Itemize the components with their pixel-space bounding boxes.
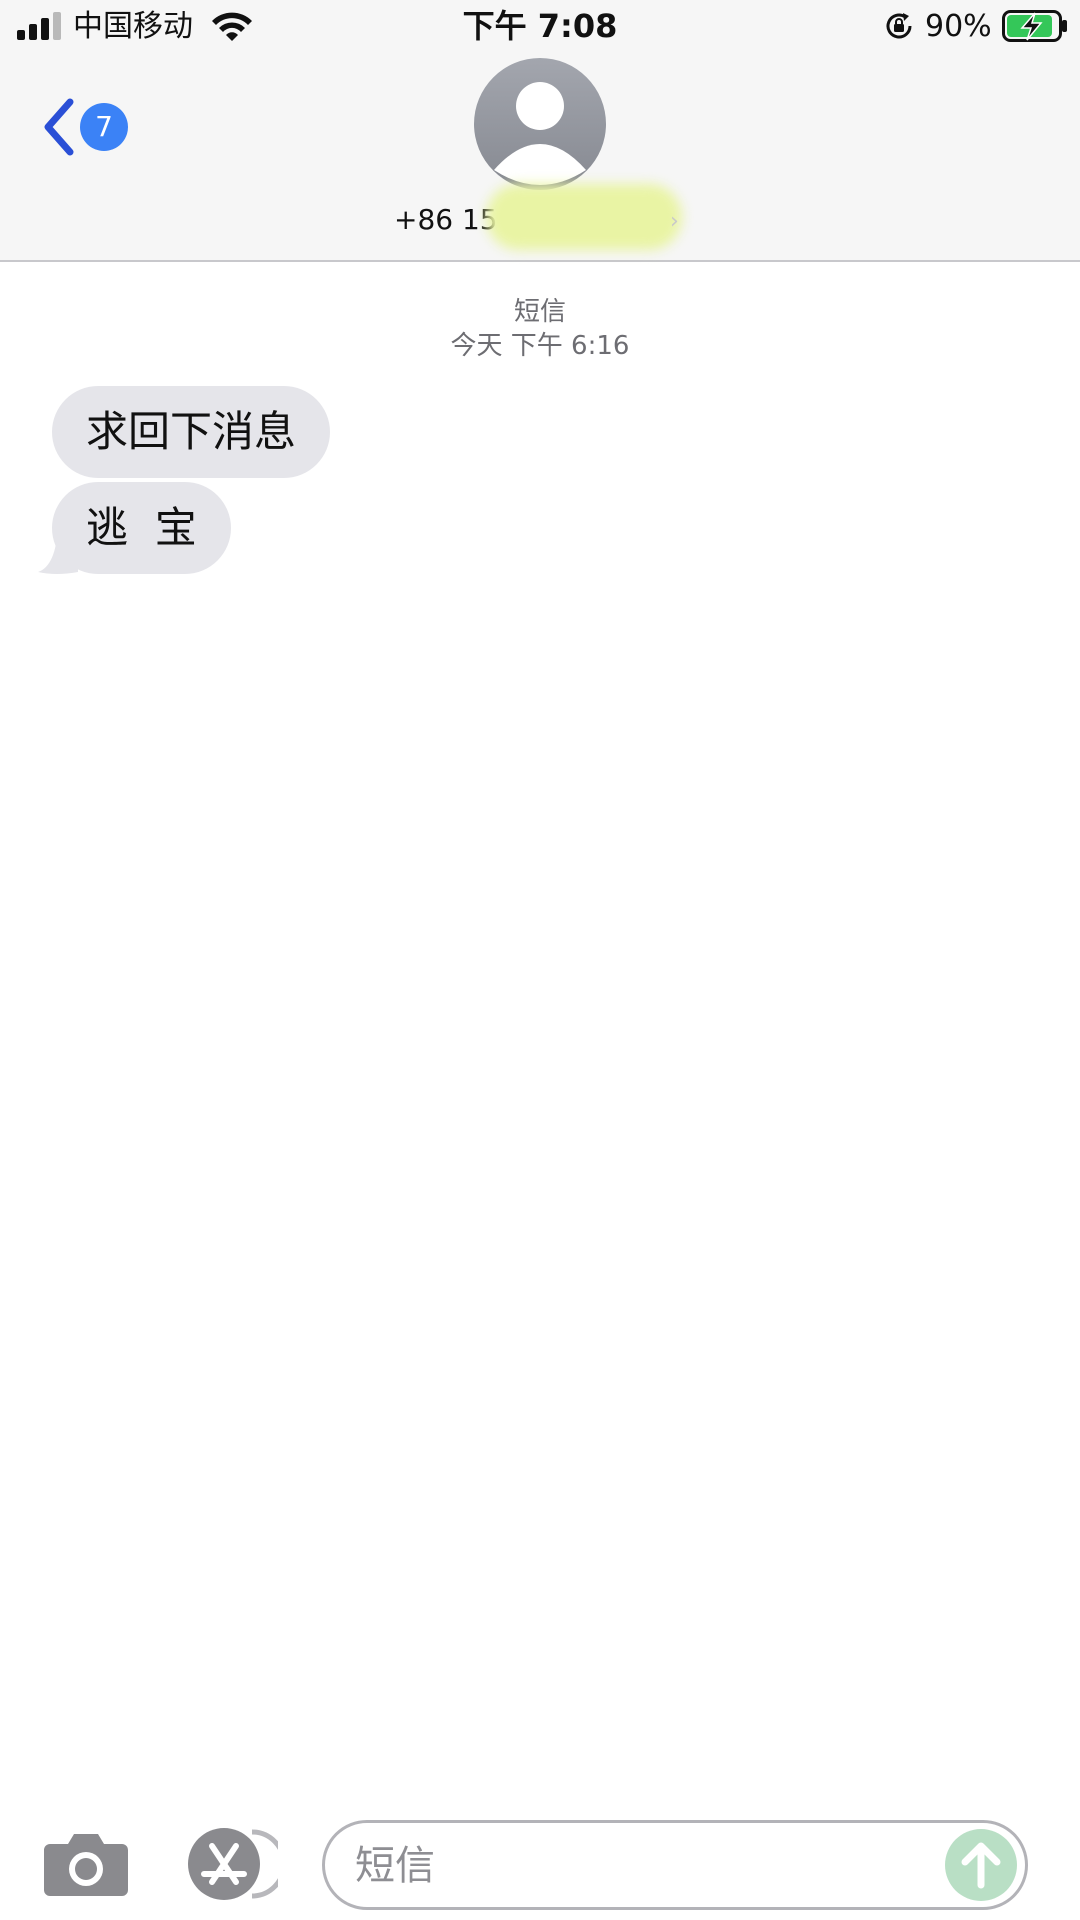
status-bar: 中国移动 下午 7:08 90% — [0, 0, 1080, 56]
send-button[interactable] — [945, 1829, 1017, 1901]
message-input-field[interactable] — [322, 1820, 1028, 1910]
messages-screen: 中国移动 下午 7:08 90% 7 +86 15 › 短信 今天 下午 6:1… — [0, 0, 1080, 1920]
status-time: 下午 7:08 — [462, 7, 618, 45]
message-input[interactable] — [355, 1839, 935, 1893]
battery-percentage: 90% — [925, 9, 992, 44]
contact-avatar[interactable] — [474, 58, 606, 190]
chevron-left-icon — [44, 98, 74, 156]
message-bubble[interactable]: 求回下消息 — [52, 386, 331, 478]
message-bubble[interactable]: 逃 宝 — [52, 482, 231, 574]
header: 中国移动 下午 7:08 90% 7 +86 15 › — [0, 0, 1080, 262]
orientation-lock-icon — [886, 13, 912, 39]
message-timestamp: 今天 下午 6:16 — [450, 331, 630, 361]
unread-count-badge: 7 — [80, 103, 128, 151]
message-service-label: 短信 — [513, 297, 566, 327]
camera-icon[interactable] — [44, 1832, 128, 1896]
redaction-mark — [486, 184, 682, 250]
carrier-name: 中国移动 — [73, 9, 193, 44]
send-arrow-icon — [961, 1842, 1001, 1889]
chevron-right-icon: › — [670, 209, 679, 234]
battery-charging-icon — [1002, 10, 1067, 42]
app-store-icon[interactable] — [182, 1826, 278, 1902]
wifi-icon — [212, 12, 252, 41]
signal-icon — [17, 12, 63, 40]
contact-number[interactable]: +86 15 — [394, 200, 498, 240]
back-button[interactable]: 7 — [36, 94, 136, 160]
avatar-icon — [494, 82, 586, 185]
